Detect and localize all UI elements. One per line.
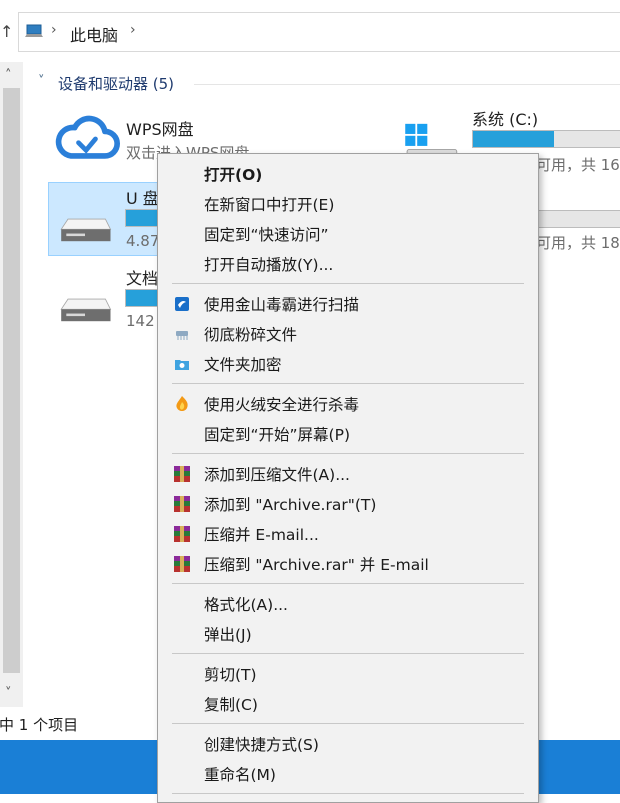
breadcrumb-this-pc[interactable]: 此电脑 — [70, 22, 118, 46]
scroll-up-icon[interactable]: ˄ — [5, 68, 12, 83]
menu-separator — [172, 583, 524, 584]
menu-item-label: 打开(O) — [204, 166, 263, 184]
menu-item-label: 复制(C) — [204, 696, 258, 714]
menu-item-label: 添加到压缩文件(A)... — [204, 466, 350, 484]
menu-item-label: 固定到“快速访问” — [204, 226, 329, 244]
hard-drive-icon — [60, 298, 112, 322]
drive-free-space: 4.87 — [126, 232, 160, 250]
menu-item-label: 固定到“开始”屏幕(P) — [204, 426, 351, 444]
menu-item-compress-rar-email[interactable]: 压缩到 "Archive.rar" 并 E-mail — [158, 549, 538, 579]
wps-cloud-icon — [55, 115, 120, 159]
scroll-thumb[interactable] — [3, 88, 20, 673]
drive-free-space: 142 — [126, 312, 155, 330]
menu-item-label: 弹出(J) — [204, 626, 252, 644]
menu-item-rename[interactable]: 重命名(M) — [158, 759, 538, 789]
winrar-icon — [174, 496, 190, 512]
address-area: ↑ › 此电脑 › — [0, 0, 620, 62]
menu-item-label: 使用金山毒霸进行扫描 — [204, 296, 360, 314]
menu-item-label: 文件夹加密 — [204, 356, 282, 374]
drive-name: 文档 — [126, 269, 159, 288]
menu-item-label: 添加到 "Archive.rar"(T) — [204, 496, 377, 514]
menu-item-pin-quick-access[interactable]: 固定到“快速访问” — [158, 219, 538, 249]
menu-item-cut[interactable]: 剪切(T) — [158, 659, 538, 689]
menu-item-label: 打开自动播放(Y)... — [204, 256, 334, 274]
drive-name: 系统 (C:) — [472, 110, 539, 129]
vertical-scrollbar[interactable]: ˄ ˅ — [0, 62, 23, 707]
menu-item-label: 创建快捷方式(S) — [204, 736, 319, 754]
section-devices-drives[interactable]: ˅ 设备和驱动器 (5) — [36, 72, 620, 96]
menu-item-add-archive-rar[interactable]: 添加到 "Archive.rar"(T) — [158, 489, 538, 519]
address-bar[interactable]: › 此电脑 › — [18, 12, 620, 52]
menu-item-add-archive[interactable]: 添加到压缩文件(A)... — [158, 459, 538, 489]
winrar-icon — [174, 556, 190, 572]
menu-item-folder-encrypt[interactable]: 文件夹加密 — [158, 349, 538, 379]
menu-item-copy[interactable]: 复制(C) — [158, 689, 538, 719]
huorong-flame-icon — [176, 396, 188, 411]
menu-item-kingsoft-scan[interactable]: 使用金山毒霸进行扫描 — [158, 289, 538, 319]
menu-item-label: 格式化(A)... — [204, 596, 288, 614]
section-title: 设备和驱动器 (5) — [58, 75, 175, 93]
menu-item-label: 使用火绒安全进行杀毒 — [204, 396, 360, 414]
menu-item-label: 重命名(M) — [204, 766, 276, 784]
chevron-down-icon[interactable]: ˅ — [38, 74, 45, 89]
menu-item-label: 压缩到 "Archive.rar" 并 E-mail — [204, 556, 429, 574]
drive-tile-usb[interactable]: U 盘 4.87 — [52, 182, 163, 256]
breadcrumb-separator[interactable]: › — [51, 22, 57, 38]
menu-item-pin-start[interactable]: 固定到“开始”屏幕(P) — [158, 419, 538, 449]
breadcrumb-separator-2[interactable]: › — [130, 22, 136, 38]
menu-item-open[interactable]: 打开(O) — [158, 159, 538, 189]
menu-item-label: 在新窗口中打开(E) — [204, 196, 335, 214]
menu-separator — [172, 723, 524, 724]
menu-item-label: 压缩并 E-mail... — [204, 526, 319, 544]
drive-tile-docs[interactable]: 文档 142 — [52, 262, 163, 336]
menu-separator — [172, 283, 524, 284]
menu-separator — [172, 383, 524, 384]
drive-name: WPS网盘 — [126, 120, 194, 139]
drive-usage-bar — [472, 130, 620, 148]
up-arrow-icon[interactable]: ↑ — [0, 22, 13, 41]
shredder-icon — [176, 331, 188, 340]
winrar-icon — [174, 526, 190, 542]
menu-item-label: 剪切(T) — [204, 666, 257, 684]
scroll-down-icon[interactable]: ˅ — [5, 686, 12, 701]
section-divider — [194, 84, 620, 85]
menu-separator — [172, 653, 524, 654]
menu-item-autoplay[interactable]: 打开自动播放(Y)... — [158, 249, 538, 279]
menu-item-compress-email[interactable]: 压缩并 E-mail... — [158, 519, 538, 549]
folder-lock-icon — [175, 360, 189, 370]
kingsoft-shield-icon — [175, 297, 189, 311]
this-pc-icon — [25, 24, 43, 37]
status-selection-count: 选中 1 个项目 — [0, 716, 79, 734]
drive-free-space: 可用，共 18 — [536, 234, 620, 252]
drive-name: U 盘 — [126, 189, 159, 208]
menu-separator — [172, 453, 524, 454]
menu-item-huorong-scan[interactable]: 使用火绒安全进行杀毒 — [158, 389, 538, 419]
menu-item-shred[interactable]: 彻底粉碎文件 — [158, 319, 538, 349]
usb-drive-icon — [60, 218, 112, 242]
menu-item-create-shortcut[interactable]: 创建快捷方式(S) — [158, 729, 538, 759]
drive-usage-fill — [473, 131, 555, 147]
menu-item-eject[interactable]: 弹出(J) — [158, 619, 538, 649]
context-menu: 打开(O) 在新窗口中打开(E) 固定到“快速访问” 打开自动播放(Y)... … — [157, 153, 539, 803]
menu-item-format[interactable]: 格式化(A)... — [158, 589, 538, 619]
winrar-icon — [174, 466, 190, 482]
menu-item-open-new-window[interactable]: 在新窗口中打开(E) — [158, 189, 538, 219]
drive-free-space: 可用，共 16 — [536, 156, 620, 174]
menu-item-label: 彻底粉碎文件 — [204, 326, 298, 344]
